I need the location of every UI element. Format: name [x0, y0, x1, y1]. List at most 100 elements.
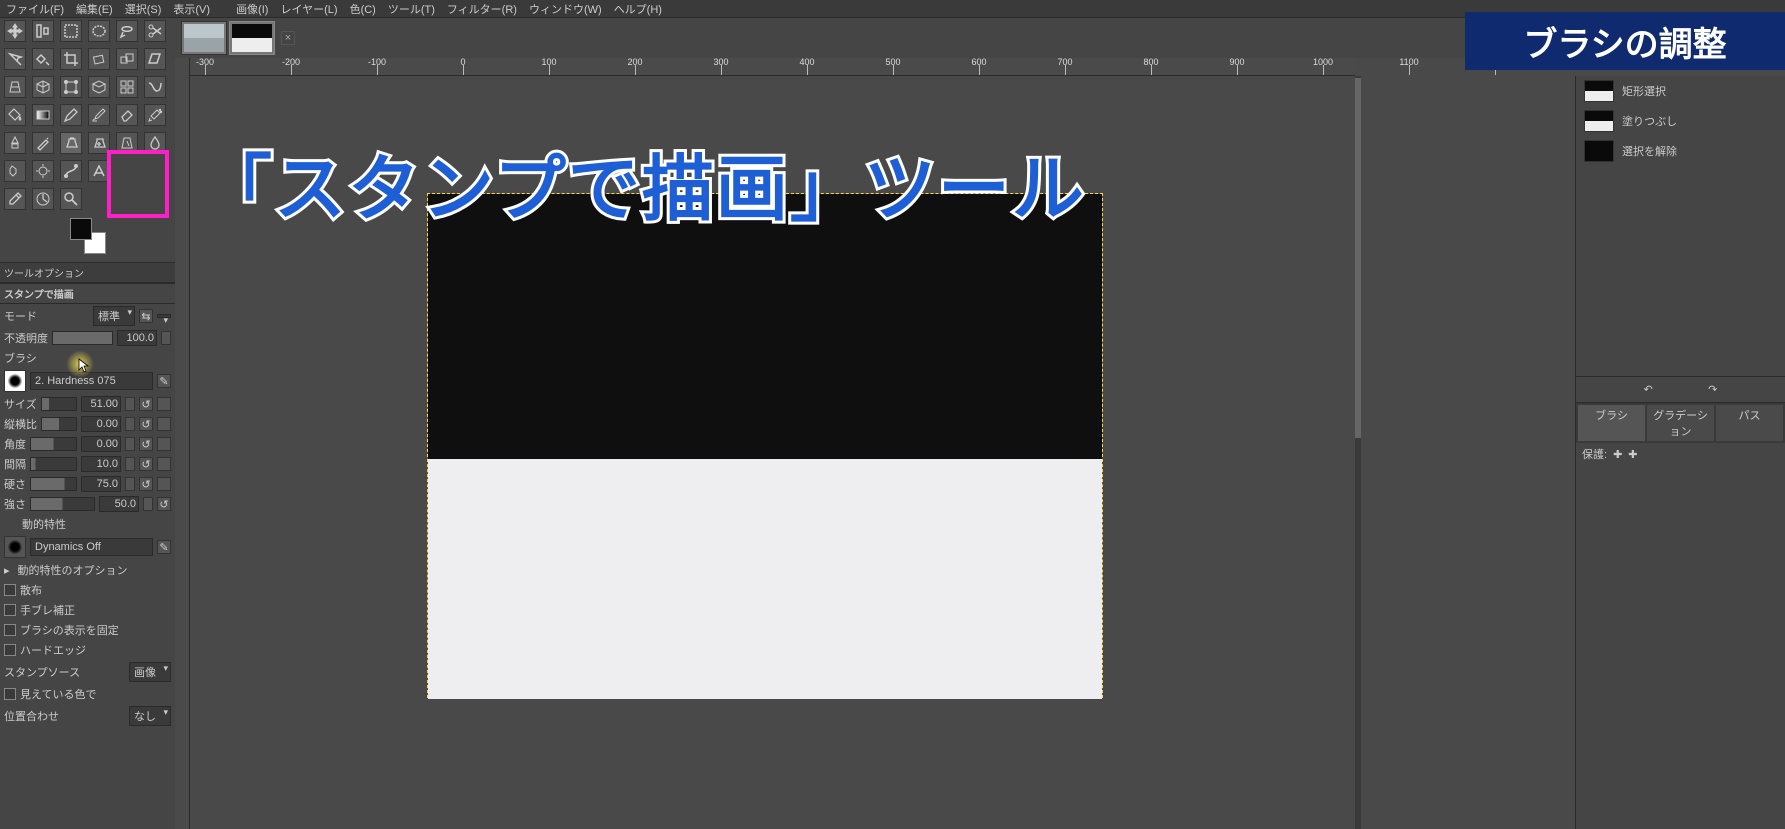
tool-color-picker[interactable]: [4, 188, 26, 210]
stabilize-checkbox[interactable]: [4, 604, 16, 616]
tool-unified-transform[interactable]: [60, 76, 82, 98]
redo-button[interactable]: ↷: [1708, 383, 1717, 396]
force-reset-icon[interactable]: ↺: [157, 497, 171, 511]
hardness-spin[interactable]: [125, 477, 135, 491]
tool-airbrush[interactable]: [144, 104, 166, 126]
tool-perspective-clone[interactable]: [116, 132, 138, 154]
brush-preview[interactable]: [4, 370, 26, 392]
menu-image[interactable]: 画像(I): [236, 1, 268, 17]
tool-eraser[interactable]: [116, 104, 138, 126]
opacity-spin[interactable]: [161, 331, 171, 345]
menu-color[interactable]: 色(C): [350, 1, 376, 17]
spacing-value[interactable]: 10.0: [81, 456, 121, 472]
tool-rect-select[interactable]: [60, 20, 82, 42]
scrollbar-thumb[interactable]: [1355, 78, 1361, 438]
tool-ink[interactable]: [4, 132, 26, 154]
dynamics-icon[interactable]: [4, 536, 26, 558]
angle-link-icon[interactable]: [157, 437, 171, 451]
spacing-reset-icon[interactable]: ↺: [139, 457, 153, 471]
aspect-link-icon[interactable]: [157, 417, 171, 431]
history-item-0[interactable]: 矩形選択: [1576, 76, 1785, 106]
tool-bucket[interactable]: [4, 104, 26, 126]
hardness-reset-icon[interactable]: ↺: [139, 477, 153, 491]
hardness-link-icon[interactable]: [157, 477, 171, 491]
menu-help[interactable]: ヘルプ(H): [614, 1, 662, 17]
tool-blur[interactable]: [144, 132, 166, 154]
fg-color[interactable]: [70, 218, 92, 240]
mode-dropdown[interactable]: 標準: [93, 306, 135, 326]
force-value[interactable]: 50.0: [99, 496, 139, 512]
menu-window[interactable]: ウィンドウ(W): [529, 1, 602, 17]
angle-value[interactable]: 0.00: [81, 436, 121, 452]
tab-gradient[interactable]: グラデーション: [1647, 405, 1714, 441]
tool-perspective[interactable]: [4, 76, 26, 98]
tool-lasso[interactable]: [116, 20, 138, 42]
mode-menu-icon[interactable]: ⇆: [139, 309, 153, 323]
tool-handle-transform[interactable]: [88, 76, 110, 98]
force-slider[interactable]: [30, 497, 95, 511]
stabilize-row[interactable]: 手ブレ補正: [0, 600, 175, 620]
tab-close-button[interactable]: ×: [281, 31, 295, 45]
tool-path[interactable]: [60, 160, 82, 182]
menu-select[interactable]: 選択(S): [125, 1, 162, 17]
tool-pencil[interactable]: [60, 104, 82, 126]
ruler-horizontal[interactable]: -300-200-1000100200300400500600700800900…: [190, 58, 1355, 76]
opacity-value[interactable]: 100.0: [117, 330, 157, 346]
vertical-scrollbar[interactable]: [1355, 76, 1361, 829]
history-item-1[interactable]: 塗りつぶし: [1576, 106, 1785, 136]
angle-reset-icon[interactable]: ↺: [139, 437, 153, 451]
tool-dodge[interactable]: [32, 160, 54, 182]
doc-tab-1[interactable]: [181, 21, 227, 55]
tool-rotate[interactable]: [88, 48, 110, 70]
scatter-checkbox[interactable]: [4, 584, 16, 596]
dynamics-value[interactable]: Dynamics Off: [30, 538, 153, 556]
tool-move[interactable]: [4, 20, 26, 42]
menu-layer[interactable]: レイヤー(L): [280, 1, 337, 17]
opacity-slider[interactable]: [52, 331, 113, 345]
angle-slider[interactable]: [30, 437, 77, 451]
lock-pixels-icon[interactable]: ✚: [1613, 448, 1622, 461]
brush-edit-icon[interactable]: ✎: [157, 374, 171, 388]
tab-brush[interactable]: ブラシ: [1578, 405, 1645, 441]
tool-warp[interactable]: [144, 76, 166, 98]
tool-crop[interactable]: [60, 48, 82, 70]
tool-color-select[interactable]: [32, 48, 54, 70]
scatter-row[interactable]: 散布: [0, 580, 175, 600]
tool-measure[interactable]: [32, 188, 54, 210]
menu-edit[interactable]: 編集(E): [76, 1, 113, 17]
fg-bg-swatch[interactable]: [68, 216, 108, 256]
alignment-dropdown[interactable]: なし: [129, 706, 171, 726]
spacing-slider[interactable]: [30, 457, 77, 471]
undo-button[interactable]: ↶: [1644, 383, 1653, 396]
tool-ellipse-select[interactable]: [88, 20, 110, 42]
tab-path[interactable]: パス: [1716, 405, 1783, 441]
lock-position-icon[interactable]: ✚: [1628, 448, 1637, 461]
tool-shear[interactable]: [144, 48, 166, 70]
aspect-spin[interactable]: [125, 417, 135, 431]
tool-scissors[interactable]: [144, 20, 166, 42]
aspect-value[interactable]: 0.00: [81, 416, 121, 432]
tool-3d-transform[interactable]: [32, 76, 54, 98]
lockbrush-checkbox[interactable]: [4, 624, 16, 636]
tool-smudge[interactable]: [4, 160, 26, 182]
tool-text[interactable]: [88, 160, 110, 182]
doc-tab-2[interactable]: [229, 21, 275, 55]
size-spin[interactable]: [125, 397, 135, 411]
tool-clone[interactable]: [60, 132, 82, 154]
lockbrush-row[interactable]: ブラシの表示を固定: [0, 620, 175, 640]
dynamics-options-row[interactable]: ▸動的特性のオプション: [0, 560, 175, 580]
size-slider[interactable]: [41, 397, 77, 411]
dynamics-edit-icon[interactable]: ✎: [157, 540, 171, 554]
hardedge-row[interactable]: ハードエッジ: [0, 640, 175, 660]
tool-cage[interactable]: [116, 76, 138, 98]
angle-spin[interactable]: [125, 437, 135, 451]
menu-view[interactable]: 表示(V): [173, 1, 210, 17]
hardness-value[interactable]: 75.0: [81, 476, 121, 492]
tool-fuzzy-select[interactable]: [4, 48, 26, 70]
tool-paintbrush[interactable]: [88, 104, 110, 126]
tool-heal[interactable]: [88, 132, 110, 154]
tool-align[interactable]: [32, 20, 54, 42]
menu-file[interactable]: ファイル(F): [6, 1, 64, 17]
aspect-reset-icon[interactable]: ↺: [139, 417, 153, 431]
history-item-2[interactable]: 選択を解除: [1576, 136, 1785, 166]
